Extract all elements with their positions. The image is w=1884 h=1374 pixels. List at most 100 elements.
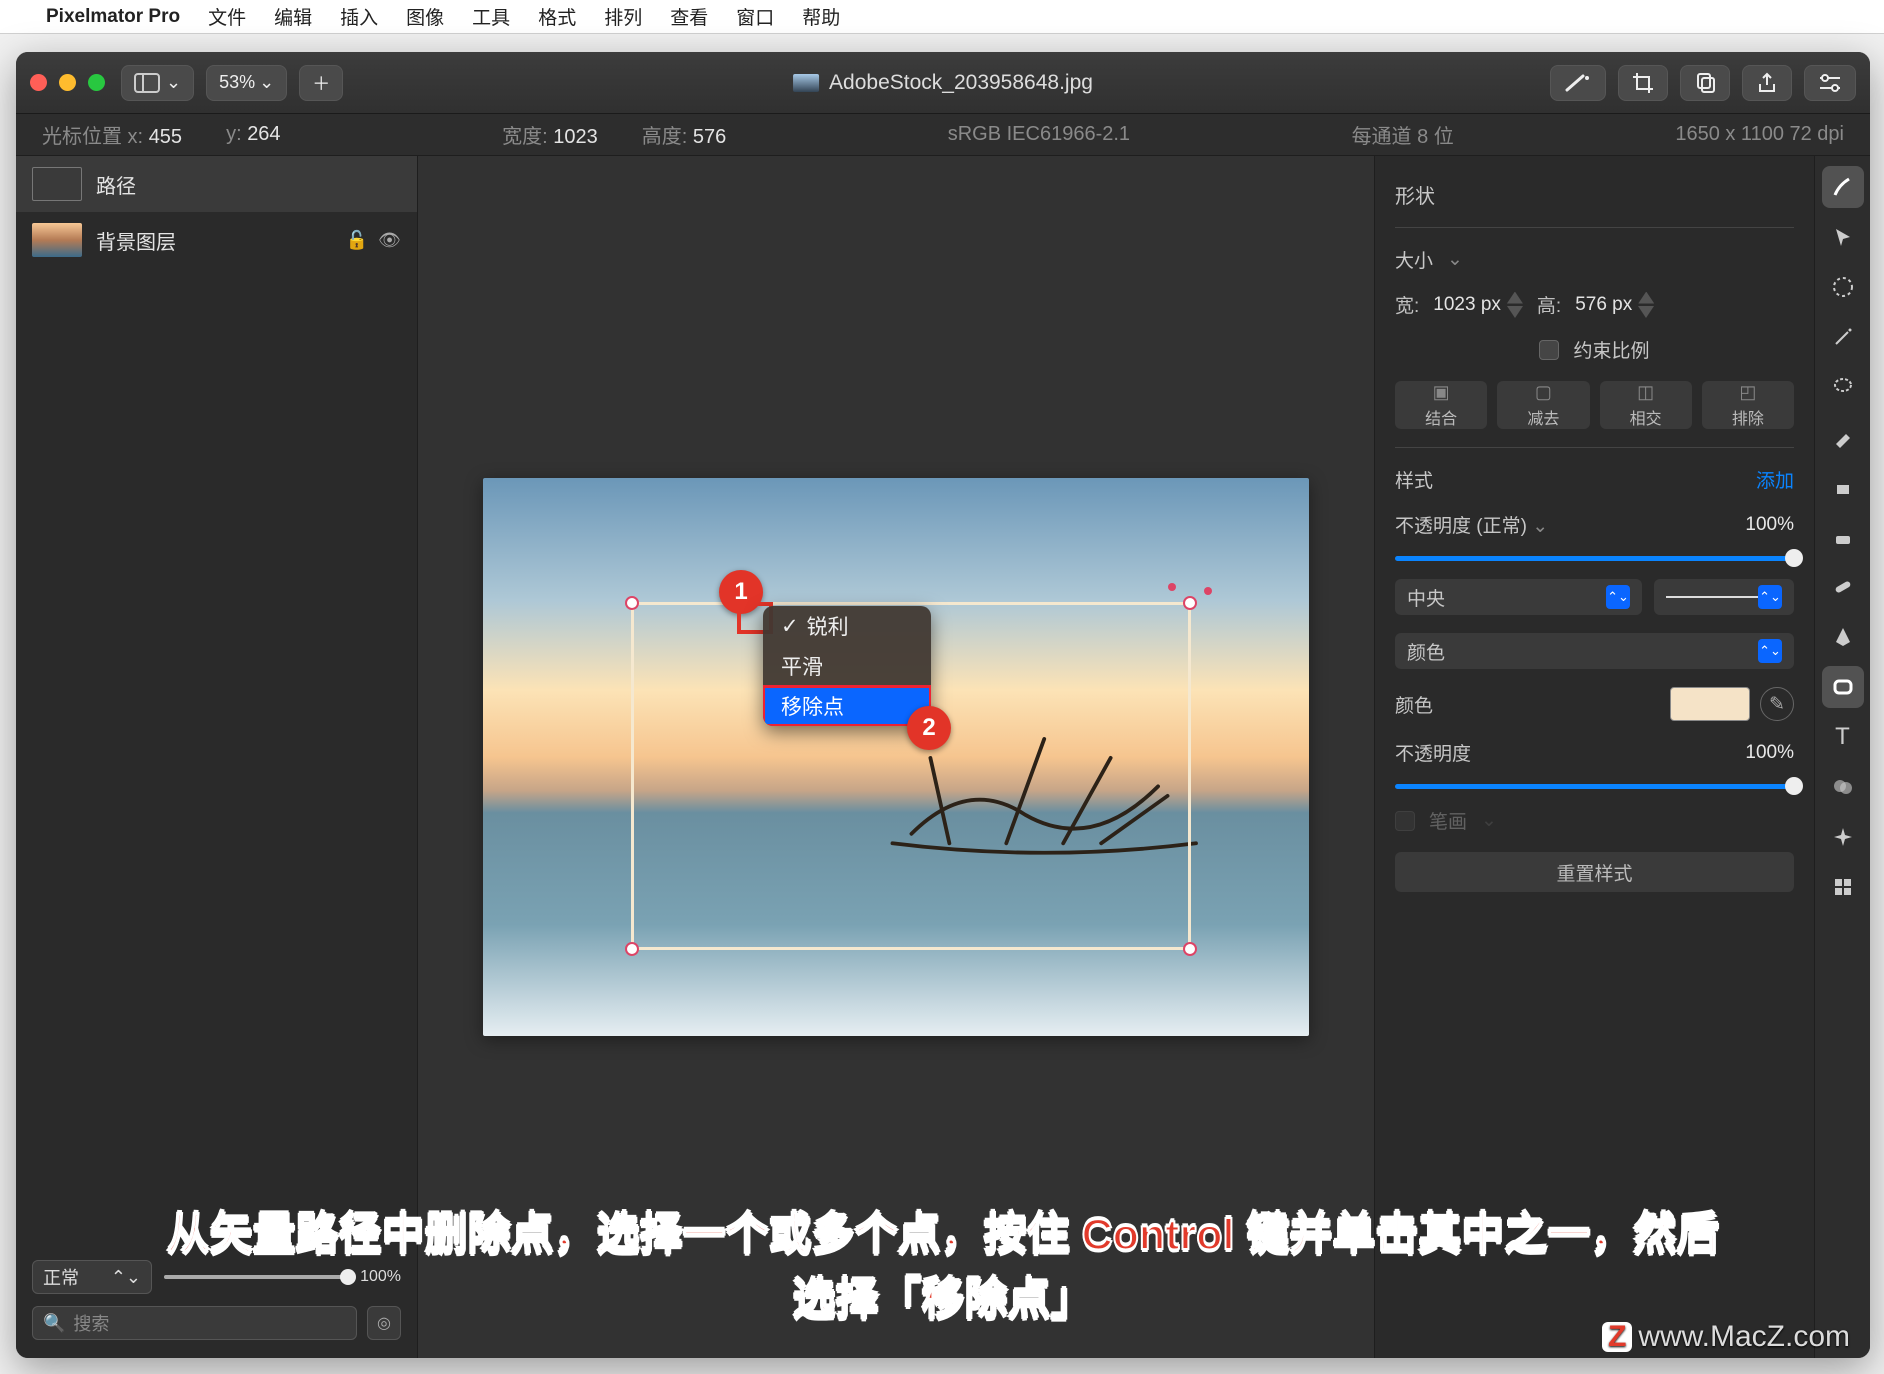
intersect-icon: ◫: [1637, 382, 1654, 403]
add-button[interactable]: ＋: [299, 65, 343, 101]
path-handle[interactable]: [1204, 587, 1212, 595]
tool-paint[interactable]: [1822, 416, 1864, 458]
filter-tags-button[interactable]: ◎: [367, 1306, 401, 1340]
width-value[interactable]: 1023 px: [1433, 294, 1501, 316]
eyedropper-button[interactable]: ✎: [1760, 687, 1794, 721]
opacity-slider[interactable]: [1395, 556, 1794, 561]
tool-text[interactable]: T: [1822, 716, 1864, 758]
duplicate-button[interactable]: [1680, 65, 1730, 101]
brush-checkbox[interactable]: [1395, 811, 1415, 831]
width-stepper[interactable]: [1507, 292, 1523, 318]
file-thumb-icon: [793, 74, 819, 92]
height-label: 高:: [1537, 291, 1561, 318]
menu-insert[interactable]: 插入: [340, 3, 378, 30]
context-item-smooth[interactable]: 平滑: [763, 646, 931, 686]
menu-tools[interactable]: 工具: [472, 3, 510, 30]
share-button[interactable]: [1742, 65, 1792, 101]
minimize-button[interactable]: [59, 74, 76, 91]
boolean-subtract-button[interactable]: ▢减去: [1497, 381, 1589, 429]
tool-erase[interactable]: [1822, 516, 1864, 558]
menu-image[interactable]: 图像: [406, 3, 444, 30]
tool-magic-wand[interactable]: [1822, 316, 1864, 358]
adjustments-button[interactable]: [1804, 65, 1856, 101]
menu-help[interactable]: 帮助: [802, 3, 840, 30]
menu-file[interactable]: 文件: [208, 3, 246, 30]
sidebar-toggle-button[interactable]: ⌄: [121, 65, 194, 101]
cursor-y: y: 264: [226, 123, 281, 146]
text-icon: T: [1835, 723, 1850, 751]
constrain-checkbox[interactable]: [1539, 340, 1559, 360]
tool-lasso[interactable]: [1822, 366, 1864, 408]
app-name[interactable]: Pixelmator Pro: [46, 6, 180, 28]
canvas-area[interactable]: 1 ✓ 锐利 平滑 移除点 2: [418, 156, 1374, 1358]
layer-name: 背景图层: [96, 226, 176, 255]
blend-mode-select[interactable]: 正常⌃⌄: [32, 1260, 152, 1294]
brush-icon: [1831, 175, 1855, 199]
auto-enhance-button[interactable]: [1550, 65, 1606, 101]
layer-row-path[interactable]: 路径: [16, 156, 417, 212]
tool-arrow[interactable]: [1822, 216, 1864, 258]
wand-icon: [1832, 326, 1854, 348]
stroke-dash-select[interactable]: ⌃⌄: [1654, 579, 1794, 615]
opacity-normal-label[interactable]: 不透明度 (正常) ⌄: [1395, 511, 1548, 538]
tool-fill[interactable]: [1822, 466, 1864, 508]
context-item-sharp[interactable]: ✓ 锐利: [763, 606, 931, 646]
close-button[interactable]: [30, 74, 47, 91]
height-stepper[interactable]: [1638, 292, 1654, 318]
fill-color-label: 颜色: [1395, 691, 1433, 718]
lock-icon[interactable]: 🔓: [346, 230, 368, 251]
color-swatch[interactable]: [1670, 687, 1750, 721]
add-style-link[interactable]: 添加: [1756, 466, 1794, 493]
tool-color-adjust[interactable]: [1822, 766, 1864, 808]
stroke-color-select[interactable]: 颜色⌃⌄: [1395, 633, 1794, 669]
context-menu: ✓ 锐利 平滑 移除点: [763, 606, 931, 726]
brush-label: 笔画: [1429, 807, 1467, 834]
macos-menubar[interactable]: Pixelmator Pro 文件 编辑 插入 图像 工具 格式 排列 查看 窗…: [0, 0, 1884, 34]
opacity2-slider[interactable]: [1395, 784, 1794, 789]
tool-styles[interactable]: [1822, 166, 1864, 208]
menu-window[interactable]: 窗口: [736, 3, 774, 30]
share-icon: [1755, 71, 1779, 95]
layer-search-input[interactable]: 🔍 搜索: [32, 1306, 357, 1340]
boolean-exclude-button[interactable]: ◰排除: [1702, 381, 1794, 429]
tool-export[interactable]: [1822, 866, 1864, 908]
layer-opacity-slider[interactable]: [164, 1275, 348, 1279]
visibility-icon[interactable]: 👁: [378, 230, 401, 251]
menu-view[interactable]: 查看: [670, 3, 708, 30]
context-item-remove-point[interactable]: 移除点: [763, 686, 931, 726]
tool-heal[interactable]: [1822, 566, 1864, 608]
tool-shape[interactable]: [1822, 666, 1864, 708]
menu-format[interactable]: 格式: [538, 3, 576, 30]
titlebar-filename: AdobeStock_203958648.jpg: [793, 71, 1093, 95]
layers-panel: 路径 背景图层 🔓 👁 正常⌃⌄ 100%: [16, 156, 418, 1358]
callout-badge-2: 2: [907, 706, 951, 750]
boolean-combine-button[interactable]: ▣结合: [1395, 381, 1487, 429]
path-node[interactable]: [625, 596, 639, 610]
tool-pen[interactable]: [1822, 616, 1864, 658]
boolean-intersect-button[interactable]: ◫相交: [1600, 381, 1692, 429]
tool-effects[interactable]: [1822, 816, 1864, 858]
path-node[interactable]: [1183, 596, 1197, 610]
menu-arrange[interactable]: 排列: [604, 3, 642, 30]
zoom-level-dropdown[interactable]: 53% ⌄: [206, 65, 287, 101]
tool-marquee[interactable]: [1822, 266, 1864, 308]
path-node[interactable]: [625, 942, 639, 956]
layer-thumb-icon: [32, 167, 82, 201]
layer-row-background[interactable]: 背景图层 🔓 👁: [16, 212, 417, 268]
bucket-icon: [1832, 476, 1854, 498]
stroke-align-select[interactable]: 中央⌃⌄: [1395, 579, 1642, 615]
height-value[interactable]: 576 px: [1575, 294, 1632, 316]
opacity-normal-value: 100%: [1745, 514, 1794, 536]
reset-style-button[interactable]: 重置样式: [1395, 852, 1794, 892]
inspector-shape-title: 形状: [1395, 180, 1794, 209]
path-node[interactable]: [1183, 942, 1197, 956]
path-handle[interactable]: [1168, 583, 1176, 591]
layer-thumb-icon: [32, 223, 82, 257]
eraser-icon: [1832, 526, 1854, 548]
arrow-icon: [1833, 227, 1853, 247]
sliders-icon: [1817, 73, 1843, 93]
crop-button[interactable]: [1618, 65, 1668, 101]
menu-edit[interactable]: 编辑: [274, 3, 312, 30]
maximize-button[interactable]: [88, 74, 105, 91]
size-label[interactable]: 大小: [1395, 246, 1433, 273]
